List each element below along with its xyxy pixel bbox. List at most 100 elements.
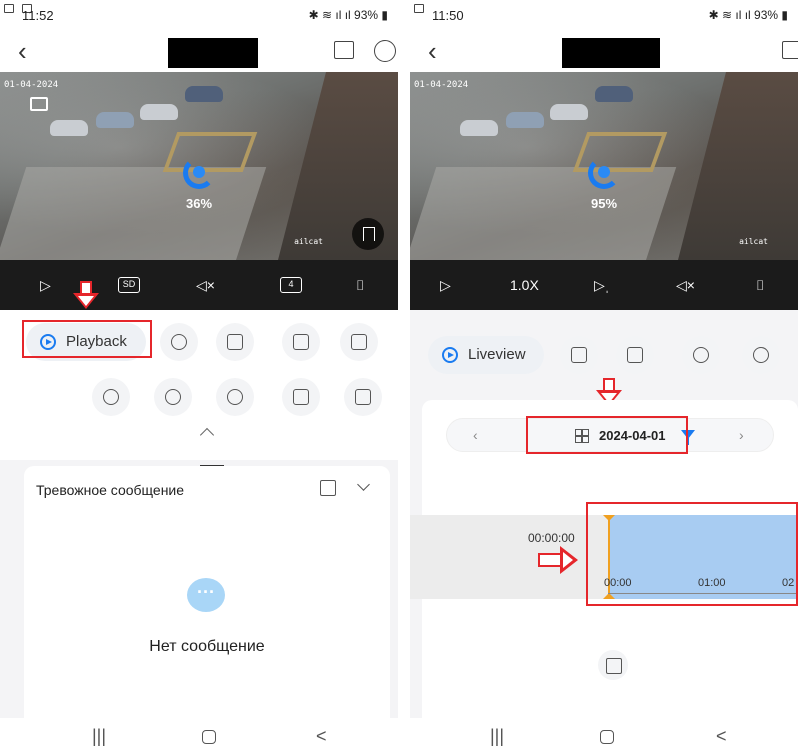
empty-message-text: Нет сообщение — [149, 638, 265, 655]
pip-icon[interactable] — [30, 97, 48, 111]
video-building — [678, 72, 798, 260]
status-time: 11:50 — [432, 8, 464, 23]
empty-message-icon — [187, 578, 225, 612]
video-car — [96, 112, 134, 128]
sim-icon — [4, 4, 14, 13]
status-bar: 11:50 ✱ ≋ ıl ıl 93% ▮ — [410, 0, 798, 30]
ptz-icon — [351, 334, 367, 350]
loading-percent: 95% — [590, 196, 618, 211]
play-icon[interactable]: ▷ — [440, 274, 451, 296]
video-car — [506, 112, 544, 128]
alarm-panel: Тревожное сообщение Нет сообщение — [24, 466, 390, 718]
status-bar: 11:52 ✱ ≋ ıl ıl 93% ▮ — [0, 0, 398, 30]
system-nav-bar: ||| < — [0, 718, 398, 756]
liveview-label: Liveview — [468, 346, 526, 363]
bookmark-icon[interactable] — [352, 218, 384, 250]
back-button[interactable]: ‹ — [428, 36, 437, 67]
alarm-title: Тревожное сообщение — [36, 482, 185, 498]
video-car — [140, 104, 178, 120]
snapshot-button[interactable] — [560, 336, 598, 374]
battery-level: 93% — [754, 8, 779, 22]
liveview-button[interactable]: Liveview — [428, 336, 544, 374]
scissors-icon — [693, 347, 709, 363]
recording-list-icon[interactable] — [598, 650, 628, 680]
quality-button[interactable]: SD — [118, 277, 140, 293]
light-button[interactable] — [216, 378, 254, 416]
mute-icon[interactable]: ◁× — [196, 274, 215, 296]
loading-percent: 36% — [185, 196, 213, 211]
expand-chevron-icon[interactable] — [357, 478, 370, 491]
camera-icon — [571, 347, 587, 363]
camera-timestamp: 01-04-2024 — [4, 80, 59, 90]
video-record-icon — [627, 347, 643, 363]
detection-button[interactable] — [154, 378, 192, 416]
recents-icon[interactable]: ||| — [490, 726, 504, 747]
mute-icon[interactable]: ◁× — [676, 274, 695, 296]
speed-button[interactable]: 1.0X — [510, 274, 539, 296]
intercom-button[interactable] — [160, 323, 198, 361]
snapshot-button[interactable] — [282, 323, 320, 361]
video-car — [460, 120, 498, 136]
sim-icon — [414, 4, 424, 13]
play-icon[interactable]: ▷ — [40, 274, 51, 296]
status-time: 11:52 — [22, 8, 54, 23]
collapse-chevron-icon[interactable] — [199, 427, 215, 443]
bell-icon — [293, 389, 309, 405]
record-button[interactable] — [616, 336, 654, 374]
home-icon[interactable] — [600, 730, 614, 744]
nav-back-icon[interactable]: < — [716, 726, 727, 747]
battery-level: 93% — [354, 8, 379, 22]
annotation-playback-box — [22, 320, 152, 358]
clip-icon[interactable]: ▷ˌ — [594, 274, 609, 296]
loading-dot — [598, 166, 610, 178]
annotation-arrow-icon — [73, 281, 99, 311]
next-date-button[interactable]: › — [739, 427, 744, 443]
ptz-button[interactable] — [340, 323, 378, 361]
liveview-icon — [442, 347, 458, 363]
camera-watermark: ailcat — [739, 237, 768, 246]
live-video[interactable]: 01-04-2024 36% ailcat — [0, 72, 398, 260]
top-nav: ‹ — [410, 30, 798, 72]
settings-icon[interactable] — [374, 40, 396, 62]
right-screenshot: 11:50 ✱ ≋ ıl ıl 93% ▮ ‹ 01-04-2024 95% a… — [410, 0, 798, 756]
video-car — [50, 120, 88, 136]
video-road — [410, 167, 677, 260]
fullscreen-icon[interactable]: ⌷ — [356, 274, 364, 296]
light-icon — [227, 389, 243, 405]
microphone-icon — [171, 334, 187, 350]
split-screen-button[interactable]: 4 — [280, 277, 302, 293]
left-screenshot: 11:52 ✱ ≋ ıl ıl 93% ▮ ‹ 01-04-2024 36% a… — [0, 0, 398, 756]
playlist-icon[interactable] — [782, 41, 798, 59]
loading-dot — [193, 166, 205, 178]
detection-button[interactable] — [742, 336, 780, 374]
playback-video[interactable]: 01-04-2024 95% ailcat — [410, 72, 798, 260]
back-button[interactable]: ‹ — [18, 36, 27, 67]
recents-icon[interactable]: ||| — [92, 726, 106, 747]
alarm-button[interactable] — [282, 378, 320, 416]
player-controls: ▷ 1.0X ▷ˌ ◁× ⌷ — [410, 260, 798, 310]
top-nav: ‹ — [0, 30, 398, 72]
record-button[interactable] — [216, 323, 254, 361]
status-right: ✱ ≋ ıl ıl 93% ▮ — [308, 8, 388, 22]
cruise-icon — [355, 389, 371, 405]
video-car — [595, 86, 633, 102]
prev-date-button[interactable]: ‹ — [473, 427, 478, 443]
cruise-button[interactable] — [344, 378, 382, 416]
playlist-icon[interactable] — [334, 41, 354, 59]
device-name-redacted — [562, 38, 660, 68]
detection-icon — [753, 347, 769, 363]
annotation-arrow-icon — [538, 546, 578, 574]
video-road — [0, 167, 267, 260]
direction-button[interactable] — [92, 378, 130, 416]
nav-back-icon[interactable]: < — [316, 726, 327, 747]
video-record-icon — [227, 334, 243, 350]
player-controls: ▷ SD ◁× 4 ⌷ — [0, 260, 398, 310]
system-nav-bar: ||| < — [410, 718, 798, 756]
video-car — [550, 104, 588, 120]
fullscreen-icon[interactable]: ⌷ — [756, 274, 764, 296]
timeline-current-time: 00:00:00 — [528, 531, 575, 545]
detection-icon — [165, 389, 181, 405]
calendar-icon[interactable] — [320, 480, 336, 496]
cut-button[interactable] — [682, 336, 720, 374]
home-icon[interactable] — [202, 730, 216, 744]
